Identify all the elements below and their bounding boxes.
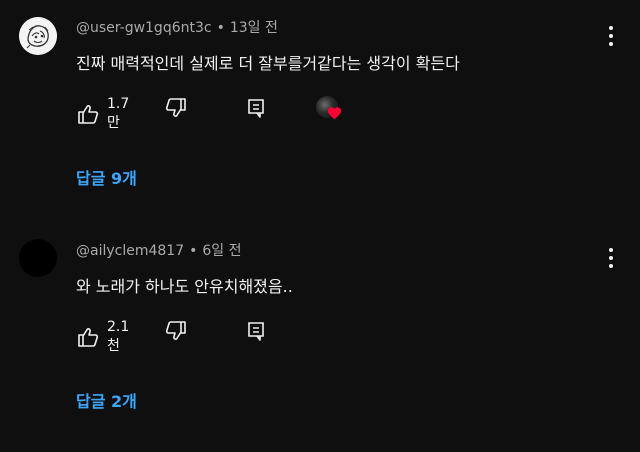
comment-meta: @user-gw1gq6nt3c • 13일 전 (76, 17, 278, 37)
heart-icon (327, 106, 342, 120)
avatar[interactable] (19, 239, 57, 277)
replies-toggle[interactable]: 답글 2개 (76, 388, 137, 412)
thumbs-down-icon (164, 319, 188, 343)
comment-meta: @ailyclem4817 • 6일 전 (76, 240, 242, 260)
more-vert-icon[interactable] (608, 26, 614, 46)
reply-icon (244, 319, 268, 343)
comment-text: 와 노래가 하나도 안유치해졌음.. (76, 277, 293, 296)
comment-text: 진짜 매력적인데 실제로 더 잘부를거같다는 생각이 확든다 (76, 54, 460, 73)
like-count: 1.7만 (107, 96, 130, 131)
dislike-button[interactable] (164, 96, 188, 120)
reply-icon (244, 96, 268, 120)
more-vert-icon[interactable] (608, 248, 614, 268)
creator-heart-badge (316, 96, 346, 124)
dislike-button[interactable] (164, 319, 188, 343)
meta-separator: • (189, 243, 198, 259)
thumbs-up-icon (76, 102, 100, 126)
like-button[interactable]: 1.7만 (76, 96, 129, 132)
comment-time[interactable]: 13일 전 (230, 20, 278, 36)
author-name[interactable]: @ailyclem4817 (76, 243, 184, 259)
thumbs-down-icon (164, 96, 188, 120)
reply-button[interactable] (244, 319, 268, 343)
comment-time[interactable]: 6일 전 (202, 243, 241, 259)
like-count: 2.1천 (107, 319, 130, 354)
author-name[interactable]: @user-gw1gq6nt3c (76, 20, 212, 36)
reply-button[interactable] (244, 96, 268, 120)
thumbs-up-icon (76, 325, 100, 349)
avatar[interactable] (19, 17, 57, 55)
meta-separator: • (216, 20, 225, 36)
replies-toggle[interactable]: 답글 9개 (76, 165, 137, 189)
like-button[interactable]: 2.1천 (76, 319, 129, 355)
